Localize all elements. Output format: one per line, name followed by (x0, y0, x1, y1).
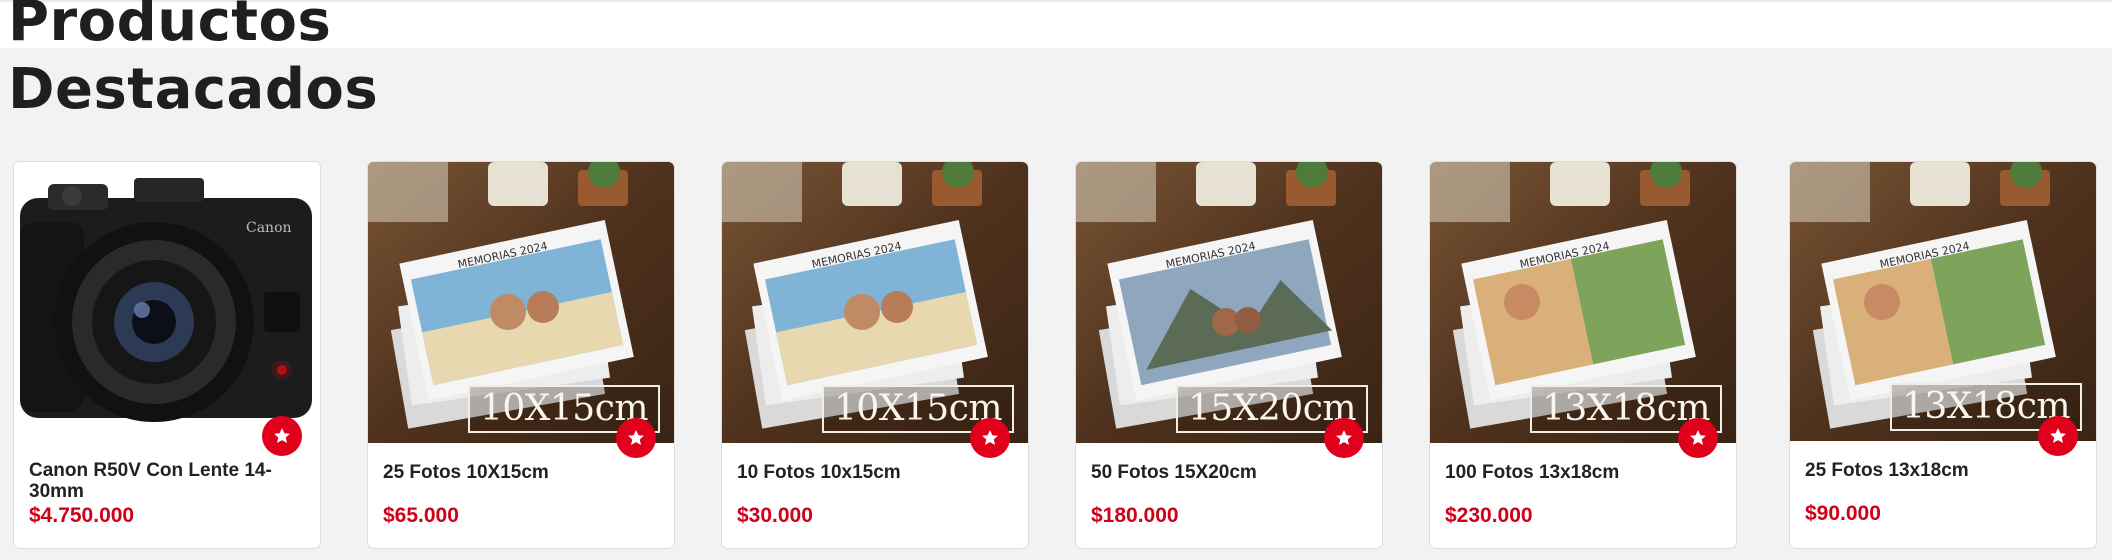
product-image[interactable]: MEMORIAS 2024 13X18cm (1430, 162, 1736, 443)
camera-photo: Canon (14, 162, 320, 443)
product-card[interactable]: MEMORIAS 2024 13X18cm 25 Fotos 13x18cm $… (1790, 162, 2096, 548)
product-price: $65.000 (383, 504, 459, 527)
star-icon (982, 430, 998, 445)
section-title-line-1: Productos (8, 0, 332, 54)
product-image[interactable]: MEMORIAS 2024 10X15cm (722, 162, 1028, 443)
product-price: $90.000 (1805, 502, 1881, 525)
product-name[interactable]: 25 Fotos 13x18cm (1805, 460, 2075, 481)
product-price: $30.000 (737, 504, 813, 527)
product-card[interactable]: MEMORIAS 2024 10X15cm 25 Fotos 10X15cm $… (368, 162, 674, 548)
section-title: Productos Destacados (8, 0, 378, 124)
product-card[interactable]: Canon Canon R50V Con Lente 14-30mm $4.75… (14, 162, 320, 548)
star-icon (274, 428, 290, 443)
favorite-button[interactable] (1324, 418, 1364, 458)
product-price: $4.750.000 (29, 504, 135, 527)
product-card[interactable]: MEMORIAS 2024 13X18cm 100 Fotos 13x18cm … (1430, 162, 1736, 548)
svg-text:Canon: Canon (246, 220, 292, 236)
section-title-line-2: Destacados (8, 57, 379, 122)
product-name[interactable]: 100 Fotos 13x18cm (1445, 462, 1715, 483)
product-name[interactable]: 10 Fotos 10x15cm (737, 462, 1007, 483)
product-card[interactable]: MEMORIAS 2024 10X15cm 10 Fotos 10x15cm $… (722, 162, 1028, 548)
favorite-button[interactable] (616, 418, 656, 458)
product-price: $180.000 (1091, 504, 1179, 527)
favorite-button[interactable] (262, 416, 302, 456)
star-icon (2050, 428, 2066, 443)
product-image[interactable]: Canon (14, 162, 320, 443)
favorite-button[interactable] (970, 418, 1010, 458)
favorite-button[interactable] (1678, 418, 1718, 458)
product-image[interactable]: MEMORIAS 2024 15X20cm (1076, 162, 1382, 443)
star-icon (628, 430, 644, 445)
star-icon (1690, 430, 1706, 445)
favorite-button[interactable] (2038, 416, 2078, 456)
featured-products-list: Canon Canon R50V Con Lente 14-30mm $4.75… (0, 162, 2112, 550)
product-price: $230.000 (1445, 504, 1533, 527)
product-name[interactable]: 25 Fotos 10X15cm (383, 462, 653, 483)
product-image[interactable]: MEMORIAS 2024 10X15cm (368, 162, 674, 443)
product-card[interactable]: MEMORIAS 2024 15X20cm 50 Fotos 15X20cm $… (1076, 162, 1382, 548)
star-icon (1336, 430, 1352, 445)
product-image[interactable]: MEMORIAS 2024 13X18cm (1790, 162, 2096, 441)
product-name[interactable]: 50 Fotos 15X20cm (1091, 462, 1361, 483)
product-name[interactable]: Canon R50V Con Lente 14-30mm (29, 460, 299, 502)
